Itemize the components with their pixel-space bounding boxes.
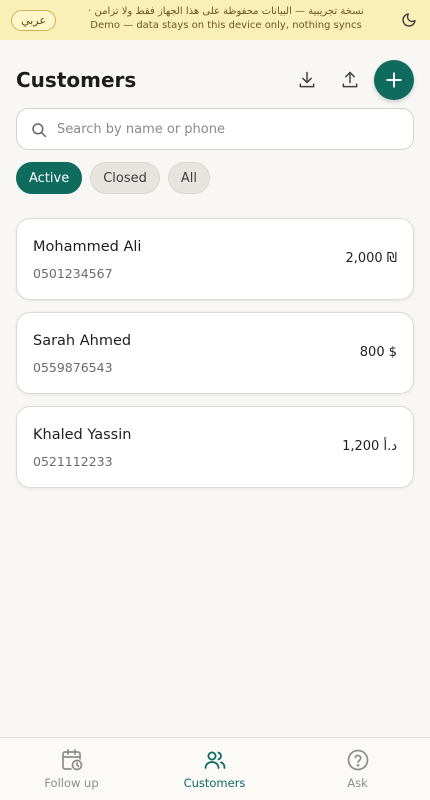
bottom-tab-bar: Follow up Customers Ask (0, 737, 430, 800)
customer-phone: 0501234567 (33, 266, 113, 281)
customer-name: Sarah Ahmed (33, 333, 132, 349)
tab-label: Follow up (44, 776, 99, 790)
tab-label: Ask (347, 776, 368, 790)
customer-name: Mohammed Ali (33, 239, 142, 255)
demo-notice-arabic: نسخة تجريبية — البيانات محفوظة على هذا ا… (88, 6, 364, 17)
customer-card[interactable]: Sarah Ahmed 0559876543 800 $ (16, 312, 414, 394)
customer-name: Khaled Yassin (33, 427, 132, 443)
customer-card[interactable]: Mohammed Ali 0501234567 2,000 ₪ (16, 218, 414, 300)
search-input[interactable] (57, 109, 403, 149)
demo-banner: عربي نسخة تجريبية — البيانات محفوظة على … (0, 0, 430, 40)
demo-notice: نسخة تجريبية — البيانات محفوظة على هذا ا… (62, 5, 390, 33)
import-button[interactable] (293, 66, 321, 94)
filter-chip-closed[interactable]: Closed (90, 162, 160, 194)
language-toggle-button[interactable]: عربي (11, 10, 56, 31)
customer-balance: 1,200 د.أ (342, 439, 397, 454)
search-icon (32, 123, 47, 138)
users-icon (204, 751, 226, 769)
filter-chip-all[interactable]: All (167, 162, 211, 194)
calendar-clock-icon (62, 749, 83, 771)
customer-card[interactable]: Khaled Yassin 0521112233 1,200 د.أ (16, 406, 414, 488)
page-title: Customers (16, 68, 137, 92)
filter-chip-active[interactable]: Active (16, 162, 83, 194)
tab-follow-up[interactable]: Follow up (0, 738, 143, 800)
customer-balance: 800 $ (359, 345, 397, 360)
demo-notice-english: Demo — data stays on this device only, n… (90, 20, 362, 31)
download-icon (299, 71, 315, 88)
plus-icon (386, 72, 402, 88)
tab-ask[interactable]: Ask (286, 738, 429, 800)
customer-list: Mohammed Ali 0501234567 2,000 ₪ Sarah Ah… (16, 218, 414, 500)
question-circle-icon (347, 749, 369, 771)
export-button[interactable] (336, 66, 364, 94)
customer-phone: 0521112233 (33, 454, 113, 469)
search-box (16, 108, 414, 150)
moon-icon[interactable] (401, 12, 417, 28)
tab-label: Customers (183, 776, 246, 790)
status-filter: Active Closed All (16, 162, 211, 194)
tab-customers[interactable]: Customers (143, 738, 286, 800)
customer-balance: 2,000 ₪ (345, 251, 397, 266)
customer-phone: 0559876543 (33, 360, 113, 375)
upload-icon (342, 71, 358, 88)
add-customer-button[interactable] (374, 60, 414, 100)
